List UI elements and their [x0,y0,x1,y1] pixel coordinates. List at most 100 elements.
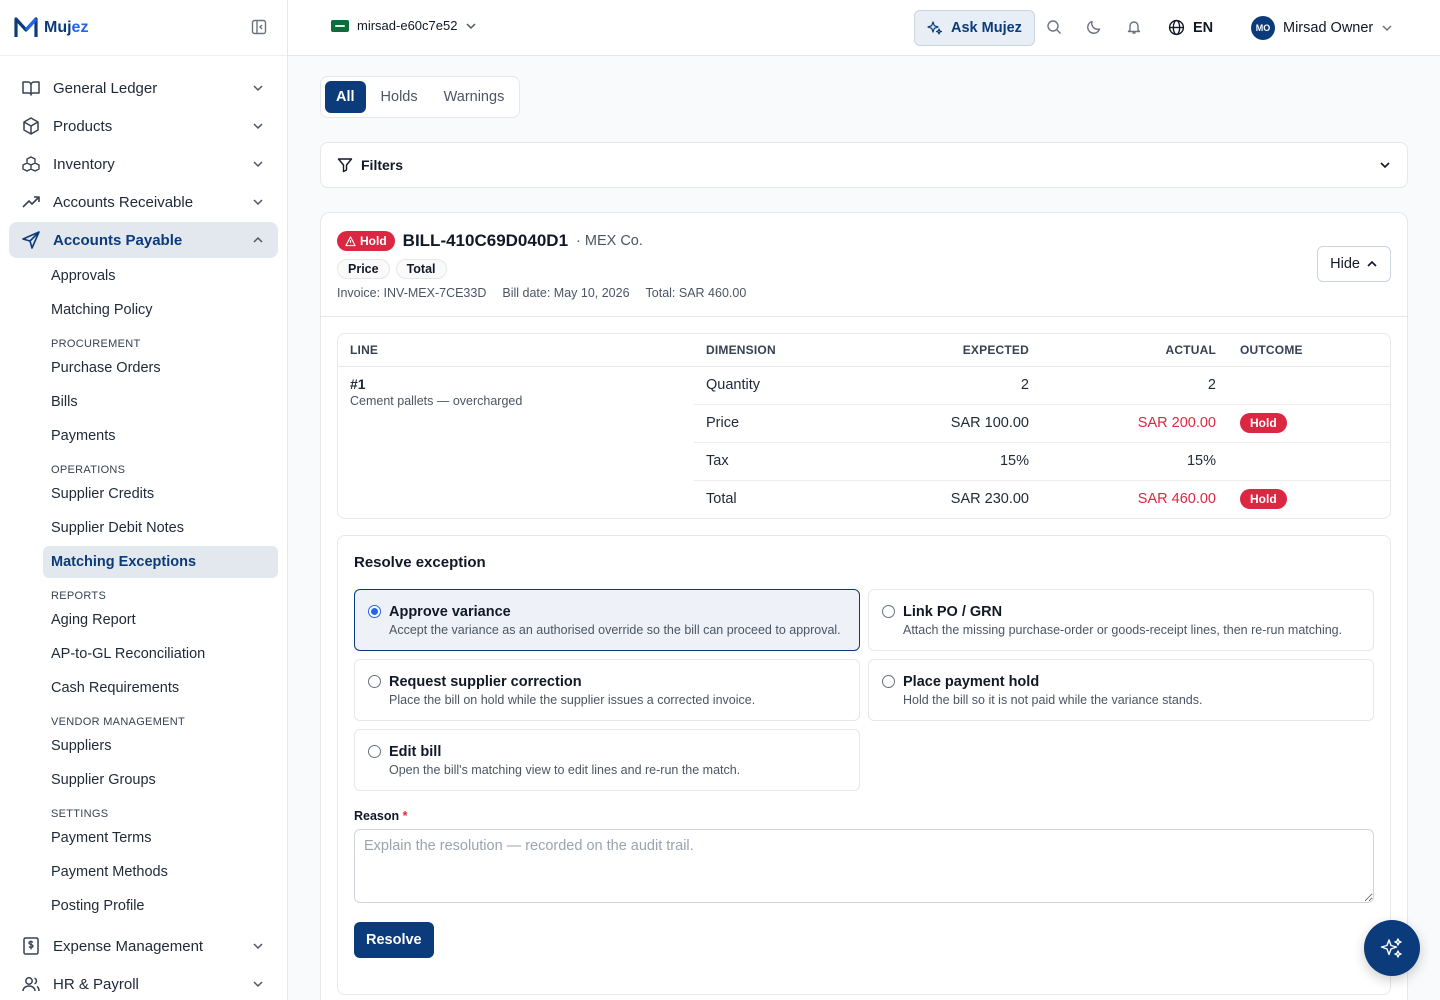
filter-icon [337,158,353,173]
sidebar-section-vendor-management: VENDOR MANAGEMENT [51,716,186,728]
option-link-po-grn[interactable]: Link PO / GRN Attach the missing purchas… [868,589,1374,651]
option-description: Hold the bill so it is not paid while th… [903,693,1203,707]
sidebar-subitem-supplier-debit-notes[interactable]: Supplier Debit Notes [43,512,278,544]
chevron-up-icon [1367,260,1377,267]
bill-total: Total: SAR 460.00 [645,286,747,300]
sidebar-item-products[interactable]: Products [9,108,278,144]
actual-cell: 2 [1041,366,1228,405]
sidebar-subitem-purchase-orders[interactable]: Purchase Orders [43,352,278,384]
trending-up-icon [21,192,41,212]
resolve-exception-panel: Resolve exception Approve variance Accep… [337,535,1391,995]
brand-logo[interactable]: Mujez [14,16,89,39]
sidebar-subitem-payments[interactable]: Payments [43,420,278,452]
option-title: Request supplier correction [389,674,582,690]
users-icon [21,974,41,994]
radio-approve-variance[interactable] [368,605,381,618]
column-header-expected: EXPECTED [854,334,1041,367]
radio-link-po-grn[interactable] [882,605,895,618]
sidebar: Mujez General Ledger Products Inventory … [0,0,288,1000]
saudi-flag-icon [331,19,349,32]
option-description: Place the bill on hold while the supplie… [389,693,756,707]
required-marker: * [402,809,408,823]
invoice-number: Invoice: INV-MEX-7CE33D [337,286,487,300]
mujez-logo-icon [14,16,38,37]
org-switcher[interactable]: mirsad-e60c7e52 [331,18,477,33]
sidebar-nav: General Ledger Products Inventory Accoun… [0,56,287,1000]
ask-mujez-button[interactable]: Ask Mujez [914,10,1035,46]
chevron-down-icon [253,199,263,206]
brand-name: Mujez [44,18,89,36]
table-row: #1 Cement pallets — overcharged Quantity… [338,366,1390,408]
chevron-down-icon [1380,162,1390,169]
sidebar-subitem-supplier-groups[interactable]: Supplier Groups [43,764,278,796]
radio-edit-bill[interactable] [368,745,381,758]
resolve-button[interactable]: Resolve [354,922,434,958]
option-title: Place payment hold [903,674,1040,690]
sidebar-item-expense-management[interactable]: Expense Management [9,928,278,964]
sidebar-subitem-payment-terms[interactable]: Payment Terms [43,822,278,854]
sidebar-collapse-icon[interactable] [251,19,267,35]
chevron-down-icon [253,981,263,988]
dimension-cell: Total [706,491,737,508]
sidebar-subitem-aging-report[interactable]: Aging Report [43,604,278,636]
reason-textarea[interactable] [354,829,1374,903]
brand: Mujez [0,0,287,56]
sidebar-subitem-supplier-credits[interactable]: Supplier Credits [43,478,278,510]
sidebar-item-hr-payroll[interactable]: HR & Payroll [9,966,278,1000]
exception-header: Hold BILL-410C69D040D1 · MEX Co. Price T… [321,213,1407,317]
option-edit-bill[interactable]: Edit bill Open the bill's matching view … [354,729,860,791]
sidebar-subitem-approvals[interactable]: Approvals [43,260,278,292]
radio-request-supplier-correction[interactable] [368,675,381,688]
line-number: #1 [350,375,366,392]
bill-date: Bill date: May 10, 2026 [502,286,630,300]
option-place-payment-hold[interactable]: Place payment hold Hold the bill so it i… [868,659,1374,721]
radio-place-payment-hold[interactable] [882,675,895,688]
main-content: All Holds Warnings Filters Hold BILL-410… [320,76,1408,1000]
sidebar-subitem-bills[interactable]: Bills [43,386,278,418]
filters-panel-toggle[interactable]: Filters [320,142,1408,188]
sidebar-section-reports: REPORTS [51,590,107,602]
language-switcher[interactable]: EN [1168,19,1213,36]
bell-icon[interactable] [1126,19,1142,35]
hide-button[interactable]: Hide [1317,246,1391,282]
chip-price: Price [337,259,390,279]
search-icon[interactable] [1046,19,1062,35]
tab-holds[interactable]: Holds [370,81,429,113]
filters-label: Filters [361,157,404,173]
option-title: Approve variance [389,604,511,620]
bill-id: BILL-410C69D040D1 [402,231,569,250]
sidebar-section-operations: OPERATIONS [51,464,126,476]
sidebar-item-general-ledger[interactable]: General Ledger [9,70,278,106]
sidebar-subitem-matching-exceptions[interactable]: Matching Exceptions [43,546,278,578]
user-menu[interactable]: MO Mirsad Owner [1251,16,1393,40]
sidebar-item-inventory[interactable]: Inventory [9,146,278,182]
sidebar-item-accounts-receivable[interactable]: Accounts Receivable [9,184,278,220]
chevron-down-icon [253,161,263,168]
sidebar-item-label: General Ledger [53,79,158,97]
sidebar-subitem-payment-methods[interactable]: Payment Methods [43,856,278,888]
sidebar-subitem-cash-requirements[interactable]: Cash Requirements [43,672,278,704]
sidebar-item-accounts-payable[interactable]: Accounts Payable [9,222,278,258]
sparkles-icon [1380,938,1402,958]
sparkles-icon [927,21,943,35]
moon-icon[interactable] [1086,19,1102,35]
sidebar-subitem-matching-policy[interactable]: Matching Policy [43,294,278,326]
hide-label: Hide [1330,256,1360,272]
expected-cell: 15% [854,442,1041,481]
user-name: Mirsad Owner [1283,20,1374,36]
option-description: Open the bill's matching view to edit li… [389,763,741,777]
option-approve-variance[interactable]: Approve variance Accept the variance as … [354,589,860,651]
tab-warnings[interactable]: Warnings [433,81,516,113]
option-request-supplier-correction[interactable]: Request supplier correction Place the bi… [354,659,860,721]
dimension-cell: Tax [694,442,854,481]
chevron-down-icon [253,123,263,130]
sidebar-subitem-ap-gl-reconciliation[interactable]: AP-to-GL Reconciliation [43,638,278,670]
column-header-outcome: OUTCOME [1228,334,1390,367]
tab-all[interactable]: All [325,81,366,113]
reason-label: Reason * [354,809,408,823]
sidebar-subitem-posting-profile[interactable]: Posting Profile [43,890,278,922]
sidebar-subitem-suppliers[interactable]: Suppliers [43,730,278,762]
assistant-fab[interactable] [1364,920,1420,976]
chevron-up-icon [253,236,263,243]
resolution-options: Approve variance Accept the variance as … [354,589,1374,791]
